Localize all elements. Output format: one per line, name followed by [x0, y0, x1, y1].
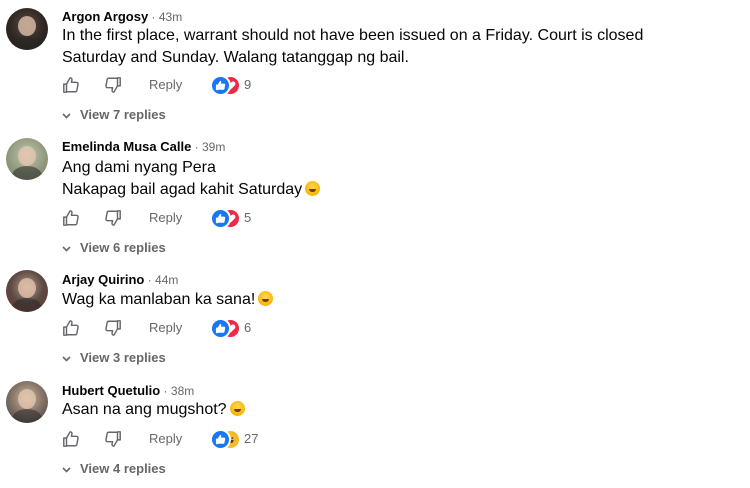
laughing-emoji-icon [258, 291, 274, 306]
comment-text: Ang dami nyang Pera Nakapag bail agad ka… [62, 157, 321, 201]
view-replies-label: View 4 replies [80, 461, 166, 476]
comment-time[interactable]: 39m [202, 140, 225, 154]
view-replies-label: View 7 replies [80, 107, 166, 122]
chevron-down-icon [62, 240, 72, 255]
like-reaction-icon [210, 318, 231, 339]
thumbs-up-outline-icon[interactable] [62, 430, 80, 448]
thumbs-down-outline-icon[interactable] [104, 76, 122, 94]
reply-button[interactable]: Reply [149, 320, 182, 335]
comment-line: Ang dami nyang Pera [62, 159, 216, 176]
comment-line: Asan na ang mugshot? [62, 401, 227, 418]
view-replies-link[interactable]: View 4 replies [62, 461, 166, 476]
comment-text: In the first place, warrant should not h… [62, 25, 643, 69]
chevron-down-icon [62, 107, 72, 122]
comment-text: Wag ka manlaban ka sana! [62, 289, 274, 311]
comment-line: Wag ka manlaban ka sana! [62, 291, 256, 308]
reaction-count: 6 [244, 320, 252, 335]
comment-line: In the first place, warrant should not h… [62, 27, 644, 44]
separator: · [144, 273, 156, 287]
commenter-name[interactable]: Emelinda Musa Calle [62, 139, 191, 154]
laughing-emoji-icon [229, 401, 245, 416]
reaction-count: 5 [244, 210, 252, 225]
reply-button[interactable]: Reply [149, 210, 182, 225]
laughing-emoji-icon [305, 181, 321, 196]
reaction-count: 9 [244, 77, 252, 92]
separator: · [191, 140, 202, 154]
like-reaction-icon [210, 429, 231, 450]
view-replies-label: View 3 replies [80, 350, 166, 365]
thumbs-up-outline-icon[interactable] [62, 209, 80, 227]
separator: · [160, 384, 171, 398]
comment-time[interactable]: 44m [155, 273, 178, 287]
view-replies-link[interactable]: View 6 replies [62, 240, 166, 255]
comment-time[interactable]: 38m [171, 384, 194, 398]
thumbs-down-outline-icon[interactable] [104, 430, 122, 448]
avatar[interactable] [6, 8, 48, 50]
thumbs-down-outline-icon[interactable] [104, 319, 122, 337]
commenter-name[interactable]: Hubert Quetulio [62, 383, 160, 398]
thumbs-down-outline-icon[interactable] [104, 209, 122, 227]
like-reaction-icon [210, 208, 231, 229]
comment-text: Asan na ang mugshot? [62, 399, 245, 421]
thumbs-up-outline-icon[interactable] [62, 76, 80, 94]
avatar[interactable] [6, 381, 48, 423]
view-replies-link[interactable]: View 3 replies [62, 350, 166, 365]
comment-time[interactable]: 43m [159, 10, 182, 24]
comment-line: Nakapag bail agad kahit Saturday [62, 181, 303, 198]
view-replies-link[interactable]: View 7 replies [62, 107, 166, 122]
avatar[interactable] [6, 138, 48, 180]
commenter-name[interactable]: Arjay Quirino [62, 272, 144, 287]
chevron-down-icon [62, 350, 72, 365]
thumbs-up-outline-icon[interactable] [62, 319, 80, 337]
like-reaction-icon [210, 75, 231, 96]
reply-button[interactable]: Reply [149, 77, 182, 92]
separator: · [148, 10, 159, 24]
reaction-count: 27 [244, 431, 259, 446]
avatar[interactable] [6, 270, 48, 312]
comment-line: Saturday and Sunday. Walang tatanggap ng… [62, 49, 409, 66]
chevron-down-icon [62, 461, 72, 476]
commenter-name[interactable]: Argon Argosy [62, 9, 148, 24]
reply-button[interactable]: Reply [149, 431, 182, 446]
view-replies-label: View 6 replies [80, 240, 166, 255]
